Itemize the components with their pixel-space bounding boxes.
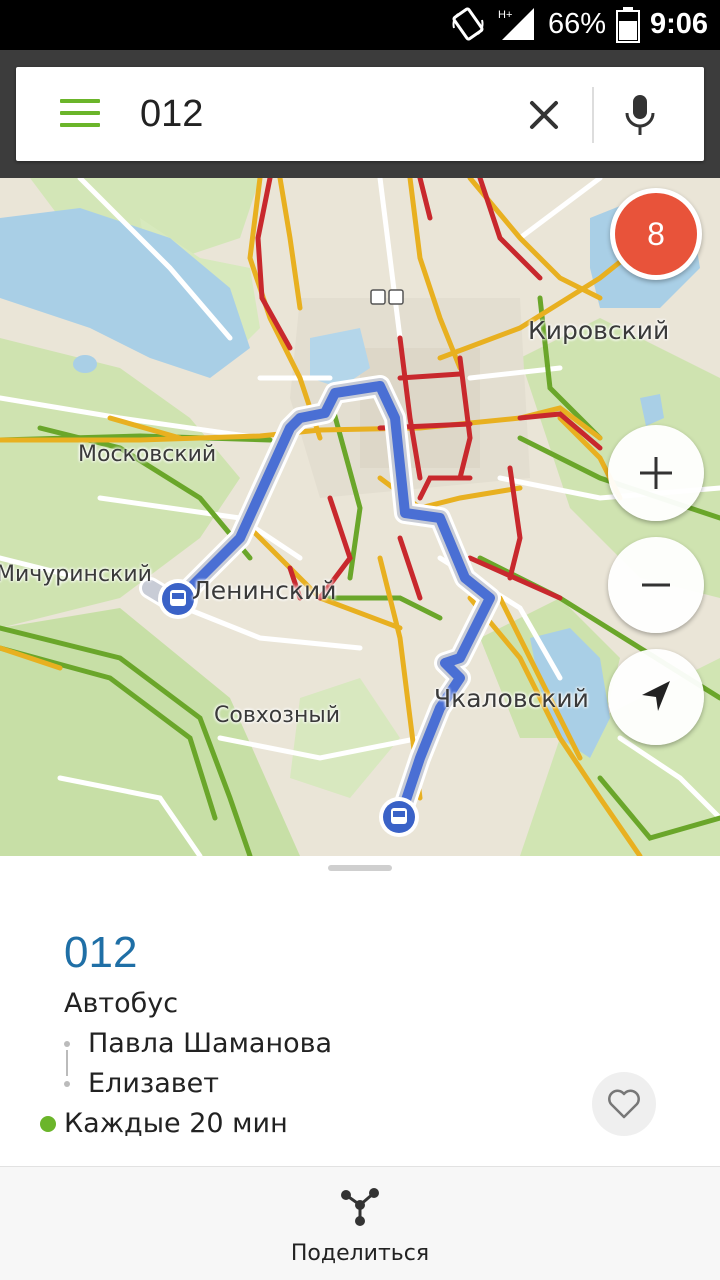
- sheet-drag-handle[interactable]: [328, 865, 392, 871]
- district-label-leninsky: Ленинский: [192, 576, 337, 605]
- district-label-kirovsky: Кировский: [528, 316, 670, 345]
- share-button[interactable]: Поделиться: [270, 1167, 450, 1280]
- route-info-sheet[interactable]: 012 Автобус Павла Шаманова Елизавет Кажд…: [0, 856, 720, 1168]
- search-box: [16, 67, 704, 161]
- svg-text:H+: H+: [498, 9, 512, 21]
- share-label: Поделиться: [290, 1241, 430, 1266]
- route-stop-to: Елизавет: [88, 1068, 220, 1099]
- transport-type: Автобус: [64, 988, 179, 1019]
- map-view[interactable]: Кировский Московский Мичуринский Ленинск…: [0, 178, 720, 856]
- bottom-action-bar: Поделиться: [0, 1166, 720, 1280]
- screen-rotation-icon: [452, 7, 484, 41]
- search-divider: [592, 87, 594, 143]
- signal-strength-icon: H+: [498, 8, 534, 40]
- search-input[interactable]: [140, 89, 500, 139]
- share-icon: [341, 1188, 379, 1226]
- traffic-level-button[interactable]: 8: [610, 188, 702, 280]
- zoom-in-button[interactable]: [608, 425, 704, 521]
- favorite-button[interactable]: [592, 1072, 656, 1136]
- navigation-arrow-icon: [642, 681, 670, 711]
- route-frequency: Каждые 20 мин: [64, 1108, 288, 1139]
- heart-icon: [608, 1089, 640, 1119]
- clock: 9:06: [650, 8, 709, 40]
- hamburger-menu-icon[interactable]: [60, 97, 100, 131]
- minus-icon: [642, 583, 670, 587]
- stops-connector-icon: [64, 1041, 70, 1087]
- plus-icon: [640, 457, 672, 489]
- search-bar-container: [0, 50, 720, 178]
- district-label-sovkhozny: Совхозный: [214, 703, 341, 728]
- frequency-status-dot: [40, 1116, 56, 1132]
- route-number: 012: [64, 928, 138, 977]
- status-bar: H+ 66% 9:06: [0, 0, 720, 50]
- bus-stop-end-marker[interactable]: [379, 797, 419, 837]
- route-stop-from: Павла Шаманова: [88, 1028, 333, 1059]
- district-label-michurinsky: Мичуринский: [0, 562, 152, 587]
- traffic-level-value: 8: [615, 193, 697, 275]
- battery-icon: [616, 7, 640, 43]
- clear-icon[interactable]: [524, 95, 564, 135]
- microphone-icon[interactable]: [622, 93, 658, 139]
- battery-percent: 66%: [548, 8, 607, 40]
- map-canvas[interactable]: [0, 178, 720, 856]
- my-location-button[interactable]: [608, 649, 704, 745]
- district-label-moskovsky: Московский: [78, 442, 217, 467]
- zoom-out-button[interactable]: [608, 537, 704, 633]
- district-label-chkalovsky: Чкаловский: [434, 684, 589, 713]
